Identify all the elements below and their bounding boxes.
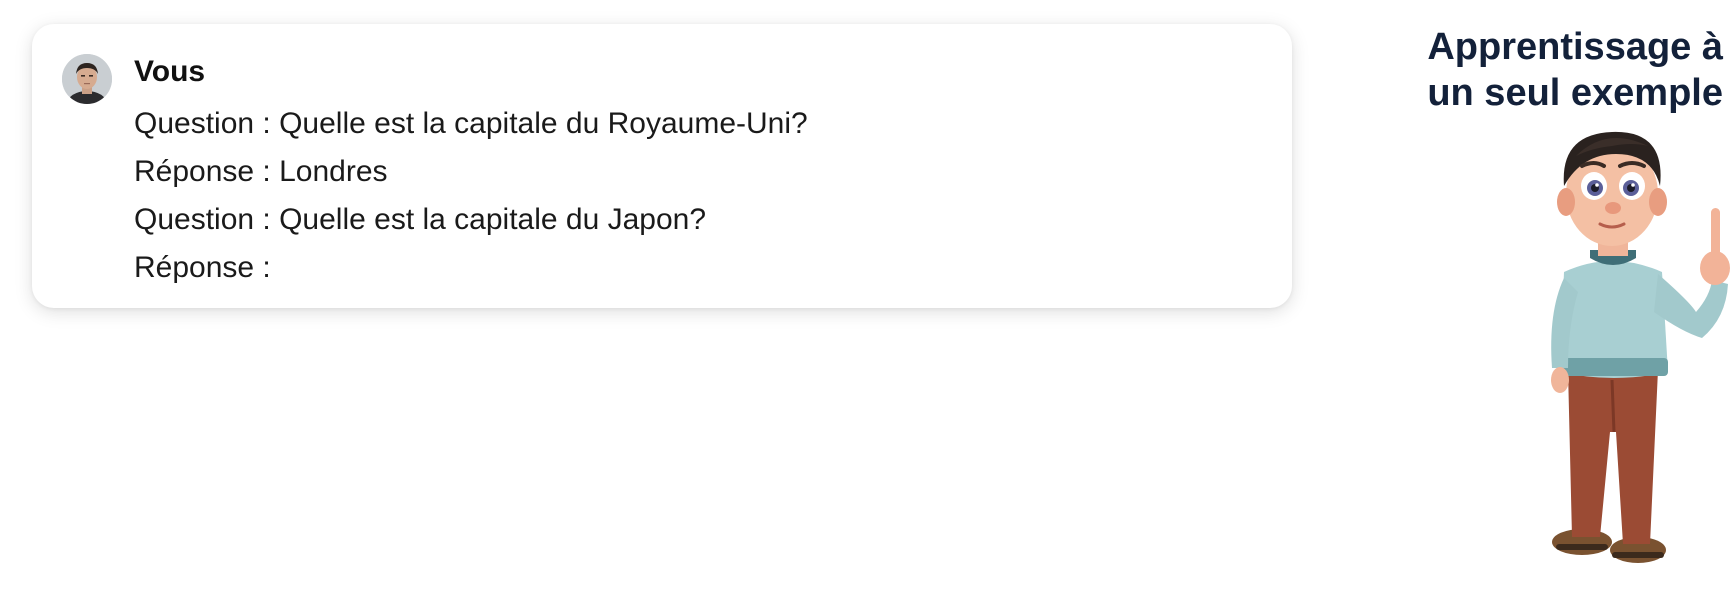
- message-line-answer-1: Réponse : Londres: [134, 155, 388, 188]
- sender-name: Vous: [134, 55, 206, 88]
- avatar-icon: [62, 54, 112, 104]
- message-line-question-2: Question : Quelle est la capitale du Jap…: [134, 203, 707, 236]
- message-line-answer-2: Réponse :: [134, 251, 271, 284]
- character-illustration: [1551, 131, 1730, 563]
- message-body: Vous Question : Quelle est la capitale d…: [134, 54, 808, 292]
- side-title-line-1: Apprentissage à: [1427, 26, 1723, 68]
- side-title: Apprentissage à un seul exemple: [1383, 24, 1723, 116]
- chat-message-card: Vous Question : Quelle est la capitale d…: [32, 24, 1292, 308]
- user-avatar[interactable]: [62, 54, 112, 104]
- side-title-line-2: un seul exemple: [1427, 72, 1723, 114]
- message-line-question-1: Question : Quelle est la capitale du Roy…: [134, 107, 808, 140]
